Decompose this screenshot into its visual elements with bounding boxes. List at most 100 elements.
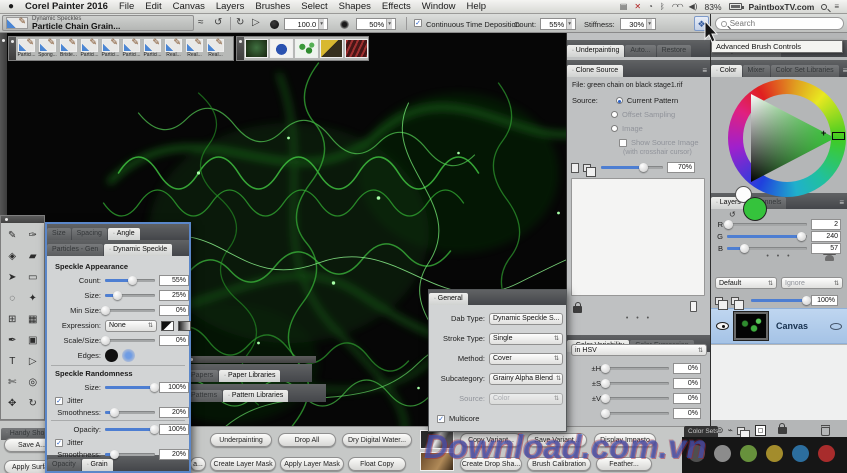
- hue-variability-slider[interactable]: [605, 367, 669, 370]
- app-menu[interactable]: Corel Painter 2016: [25, 1, 108, 12]
- apply-layer-mask-button[interactable]: Apply Layer Mask: [280, 457, 344, 471]
- expression-select[interactable]: None⇅: [105, 320, 157, 332]
- partial-button[interactable]: a...: [190, 457, 206, 471]
- menu-select[interactable]: Select: [301, 1, 327, 12]
- count-field[interactable]: 55% ▾: [540, 18, 576, 30]
- tab-underpainting[interactable]: ▫Underpainting: [567, 45, 624, 57]
- tab-auto-painting[interactable]: Auto...: [625, 45, 655, 57]
- tab-angle[interactable]: ▫Angle: [108, 228, 140, 240]
- scale-size-value[interactable]: 0%: [159, 335, 189, 346]
- method-select[interactable]: Cover⇅: [489, 353, 563, 365]
- palette-drag-handle[interactable]: [9, 37, 16, 60]
- straight-line-icon[interactable]: ↺: [214, 17, 222, 28]
- display-impasto-button[interactable]: Display Impasto: [594, 433, 656, 447]
- triangle-cursor-icon[interactable]: +: [821, 128, 826, 138]
- paintbox-thumbnail[interactable]: [420, 452, 454, 471]
- image-radio[interactable]: [611, 125, 618, 132]
- hue-variability-value[interactable]: 0%: [673, 363, 701, 374]
- menu-edit[interactable]: Edit: [145, 1, 161, 12]
- chevron-down-icon[interactable]: ▾: [646, 19, 652, 29]
- random-size-slider[interactable]: [105, 386, 155, 389]
- edge-soft-swatch[interactable]: [122, 349, 135, 362]
- red-slider[interactable]: [727, 223, 807, 226]
- tab-spacing[interactable]: Spacing: [72, 228, 107, 240]
- stroke-type-select[interactable]: Single⇅: [489, 333, 563, 345]
- brush-variant-item[interactable]: Real...: [184, 39, 205, 58]
- shape-select-tool[interactable]: ▷: [23, 351, 44, 372]
- panel-menu-icon[interactable]: ≡: [840, 66, 847, 77]
- sat-variability-value[interactable]: 0%: [673, 378, 701, 389]
- tab-particles-general[interactable]: Particles - Gen: [47, 244, 103, 256]
- dab-thumbnail[interactable]: [295, 39, 318, 58]
- rotate-page-tool[interactable]: ↻: [23, 393, 44, 414]
- brush-opacity-field[interactable]: 50% ▾: [356, 18, 396, 30]
- blue-value[interactable]: 57: [811, 243, 841, 254]
- green-value[interactable]: 240: [811, 231, 841, 242]
- tab-clone-source[interactable]: ▫Clone Source: [567, 65, 623, 77]
- smoothness-slider[interactable]: [105, 453, 155, 456]
- red-value[interactable]: 2: [811, 219, 841, 230]
- dab-thumbnail[interactable]: [270, 39, 293, 58]
- continuous-time-checkbox[interactable]: ✓: [414, 19, 422, 27]
- volume-icon[interactable]: ◀): [689, 2, 698, 11]
- search-input[interactable]: [730, 19, 838, 28]
- scissors-tool[interactable]: ✄: [2, 372, 23, 393]
- magnifier-tool[interactable]: ◎: [23, 372, 44, 393]
- tab-general[interactable]: ▫General: [429, 293, 468, 305]
- panel-resize-dots[interactable]: • • •: [567, 315, 711, 322]
- menu-brushes[interactable]: Brushes: [255, 1, 290, 12]
- create-layer-mask-button[interactable]: Create Layer Mask: [210, 457, 276, 471]
- stiffness-field[interactable]: 30% ▾: [620, 18, 656, 30]
- copy-variant-button[interactable]: Copy Variant...: [460, 433, 522, 447]
- layer-list-empty-area[interactable]: [711, 345, 847, 420]
- menu-window[interactable]: Window: [422, 1, 456, 12]
- tab-pattern-libraries[interactable]: ▫Pattern Libraries: [223, 390, 288, 402]
- tab-size[interactable]: Size: [47, 228, 71, 240]
- apple-menu[interactable]: ●: [8, 1, 14, 12]
- offset-sampling-radio[interactable]: [611, 111, 618, 118]
- bluetooth-icon[interactable]: ᛒ: [660, 2, 665, 11]
- jitter-checkbox[interactable]: ✓: [55, 439, 63, 447]
- smoothness-slider[interactable]: [105, 411, 155, 414]
- display-icon[interactable]: ▤: [620, 2, 628, 11]
- min-size-slider[interactable]: [105, 309, 155, 312]
- menu-shapes[interactable]: Shapes: [339, 1, 371, 12]
- dab-thumbnail[interactable]: [345, 39, 368, 58]
- pen-tool[interactable]: ✒: [2, 330, 23, 351]
- extra-variability-slider[interactable]: [605, 412, 669, 415]
- panel-menu-icon[interactable]: ≡: [836, 198, 847, 209]
- dock-header[interactable]: [186, 356, 316, 363]
- color-set-swatch[interactable]: [818, 445, 835, 462]
- layer-opacity-slider[interactable]: [751, 299, 807, 302]
- extra-variability-value[interactable]: 0%: [673, 408, 701, 419]
- color-set-swatch[interactable]: [714, 445, 731, 462]
- smoothness-value[interactable]: 20%: [159, 407, 189, 418]
- tab-paper-libraries[interactable]: ▫Paper Libraries: [219, 370, 280, 382]
- tab-dynamic-speckle[interactable]: ▫Dynamic Speckle: [104, 244, 172, 256]
- chevron-down-icon[interactable]: ▾: [566, 19, 572, 29]
- source-opacity-value[interactable]: 70%: [667, 162, 695, 173]
- menu-effects[interactable]: Effects: [382, 1, 411, 12]
- current-pattern-radio[interactable]: [616, 97, 623, 104]
- color-set-swatch[interactable]: [792, 445, 809, 462]
- dab-type-select[interactable]: Dynamic Speckle S...⇅: [489, 313, 563, 325]
- clone-color-icon[interactable]: ↻: [236, 17, 244, 28]
- lasso-tool[interactable]: ◌: [2, 288, 23, 309]
- dry-digital-watercolor-button[interactable]: Dry Digital Water...: [342, 433, 412, 447]
- brush-size-field[interactable]: 100.0 ▾: [284, 18, 328, 30]
- brush-variant-item[interactable]: Partici...: [16, 39, 37, 58]
- tab-color[interactable]: ▫Color: [711, 65, 742, 77]
- pickup-underlying-icon[interactable]: [731, 297, 739, 305]
- brush-variant-item[interactable]: Real...: [163, 39, 184, 58]
- variability-mode-select[interactable]: in HSV⇅: [571, 344, 707, 356]
- val-variability-value[interactable]: 0%: [673, 393, 701, 404]
- drop-all-button[interactable]: Drop All: [278, 433, 336, 447]
- spotlight-icon[interactable]: [821, 4, 827, 10]
- tab-patterns[interactable]: Patterns: [186, 390, 222, 402]
- toolbox-header[interactable]: [1, 216, 44, 223]
- freehand-stroke-icon[interactable]: ≈: [198, 17, 204, 28]
- expression-invert-button[interactable]: [178, 321, 191, 331]
- brush-selector[interactable]: Dynamic Speckles Particle Chain Grain...: [2, 15, 194, 31]
- tab-mixer[interactable]: Mixer: [743, 65, 770, 77]
- opacity-value[interactable]: 100%: [159, 424, 189, 435]
